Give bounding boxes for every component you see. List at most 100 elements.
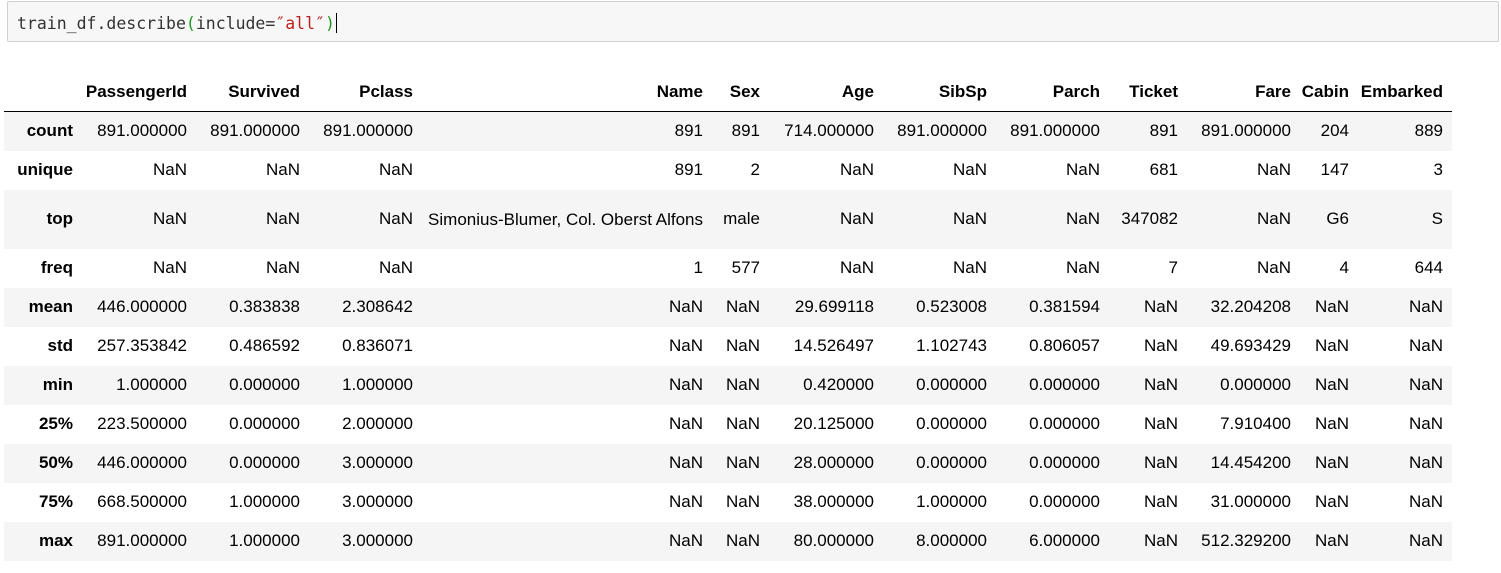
table-cell: 0.381594	[1029, 297, 1100, 316]
table-cell: 891.000000	[1201, 121, 1291, 141]
table-cell: 2	[750, 160, 760, 179]
table-cell: 891	[731, 121, 760, 141]
text-cursor	[335, 13, 337, 33]
table-cell: NaN	[668, 492, 703, 511]
table-cell: Simonius-Blumer, Col. Oberst Alfons	[428, 209, 703, 229]
table-cell: 147	[1320, 160, 1349, 179]
table-cell: 891	[674, 121, 703, 141]
row-index-label: unique	[17, 160, 73, 179]
table-cell: 204	[1320, 121, 1349, 141]
table-cell: NaN	[952, 258, 987, 277]
table-cell: 891.000000	[323, 121, 413, 141]
table-cell: NaN	[952, 209, 987, 228]
table-cell: 38.000000	[793, 492, 874, 511]
table-cell: 49.693429	[1210, 336, 1291, 355]
table-cell: 891.000000	[1010, 121, 1100, 141]
table-cell: NaN	[952, 160, 987, 179]
table-cell: 4	[1339, 258, 1349, 277]
table-cell: 80.000000	[793, 531, 874, 550]
table-cell: NaN	[1143, 492, 1178, 511]
table-cell: NaN	[839, 209, 874, 228]
table-cell: 668.500000	[97, 492, 187, 511]
table-cell: NaN	[668, 453, 703, 472]
table-cell: NaN	[1143, 453, 1178, 472]
table-cell: 257.353842	[97, 336, 187, 355]
table-cell: 891	[1149, 121, 1178, 141]
table-cell: 3.000000	[342, 492, 413, 511]
table-cell: 891.000000	[97, 531, 187, 550]
table-row: std 257.353842 0.486592 0.836071 NaN NaN 14.52…	[4, 326, 1452, 366]
table-cell: NaN	[265, 160, 300, 179]
table-cell: 1.000000	[342, 375, 413, 394]
table-row: unique NaN NaN NaN 891 2 NaN NaN NaN 681 NaN 147 3	[4, 150, 1452, 190]
code-call: train_df.describe	[17, 14, 186, 33]
row-index-label: top	[46, 209, 73, 228]
table-cell: NaN	[1408, 297, 1443, 316]
table-cell: NaN	[1314, 414, 1349, 433]
table-cell: 1.000000	[229, 531, 300, 550]
table-cell: NaN	[725, 453, 760, 472]
table-cell: 8.000000	[916, 531, 987, 550]
table-header: PassengerId Survived Pclass Name Sex Age SibSp…	[4, 72, 1452, 112]
table-cell: 0.836071	[342, 336, 413, 355]
table-cell: NaN	[668, 414, 703, 433]
table-cell: NaN	[265, 209, 300, 228]
row-index-label: 50%	[38, 453, 73, 472]
column-header: Age	[769, 72, 883, 112]
table-cell: NaN	[1143, 531, 1178, 550]
table-cell: NaN	[1143, 375, 1178, 394]
table-cell: 0.000000	[229, 414, 300, 433]
table-row: top NaN NaN NaN Simonius-Blumer, Col. Oberst…	[4, 189, 1452, 249]
code-cell-input[interactable]: train_df.describe(include=″all″)	[7, 1, 1499, 42]
table-cell: 31.000000	[1210, 492, 1291, 511]
table-cell: 14.526497	[793, 336, 874, 355]
table-cell: NaN	[1143, 297, 1178, 316]
row-index-label: std	[47, 336, 74, 355]
table-cell: 14.454200	[1210, 453, 1291, 472]
column-header: Name	[422, 72, 712, 112]
table-cell: 0.000000	[916, 414, 987, 433]
table-cell: NaN	[668, 336, 703, 355]
table-cell: NaN	[725, 414, 760, 433]
table-cell: 20.125000	[793, 414, 874, 433]
table-cell: 889	[1414, 121, 1443, 141]
table-cell: 3	[1433, 160, 1443, 179]
column-header: Cabin	[1300, 72, 1358, 112]
row-index-label: 75%	[38, 492, 73, 511]
table-cell: 0.000000	[229, 375, 300, 394]
row-index-label: count	[26, 121, 73, 141]
table-cell: 2.308642	[342, 297, 413, 316]
code-open-paren: (	[185, 14, 196, 33]
table-cell: 3.000000	[342, 453, 413, 472]
table-cell: NaN	[1065, 258, 1100, 277]
table-cell: 1	[693, 258, 703, 277]
table-cell: 1.000000	[916, 492, 987, 511]
table-cell: NaN	[378, 209, 413, 228]
column-header: PassengerId	[82, 72, 196, 112]
table-cell: 714.000000	[784, 121, 874, 141]
table-cell: 681	[1149, 160, 1178, 179]
table-cell: NaN	[1314, 336, 1349, 355]
column-header: Parch	[996, 72, 1109, 112]
code-line[interactable]: train_df.describe(include=″all″)	[17, 13, 337, 34]
table-cell: NaN	[1256, 160, 1291, 179]
table-cell: NaN	[378, 258, 413, 277]
header-row: PassengerId Survived Pclass Name Sex Age SibSp…	[4, 72, 1452, 112]
table-cell: 0.420000	[803, 375, 874, 394]
table-cell: NaN	[1143, 336, 1178, 355]
row-index-label: freq	[40, 258, 73, 277]
table-cell: 7.910400	[1220, 414, 1291, 433]
table-cell: NaN	[725, 297, 760, 316]
table-cell: NaN	[1065, 160, 1100, 179]
table-cell: NaN	[1314, 297, 1349, 316]
table-row: 25% 223.500000 0.000000 2.000000 NaN NaN 20.12…	[4, 404, 1452, 444]
table-cell: NaN	[1065, 209, 1100, 228]
table-cell: 446.000000	[97, 453, 187, 472]
table-cell: 891.000000	[97, 121, 187, 141]
row-index-label: 25%	[38, 414, 73, 433]
table-cell: 2.000000	[342, 414, 413, 433]
code-close-paren: )	[324, 14, 335, 33]
table-cell: NaN	[1408, 531, 1443, 550]
column-header: Sex	[712, 72, 769, 112]
table-cell: NaN	[725, 531, 760, 550]
